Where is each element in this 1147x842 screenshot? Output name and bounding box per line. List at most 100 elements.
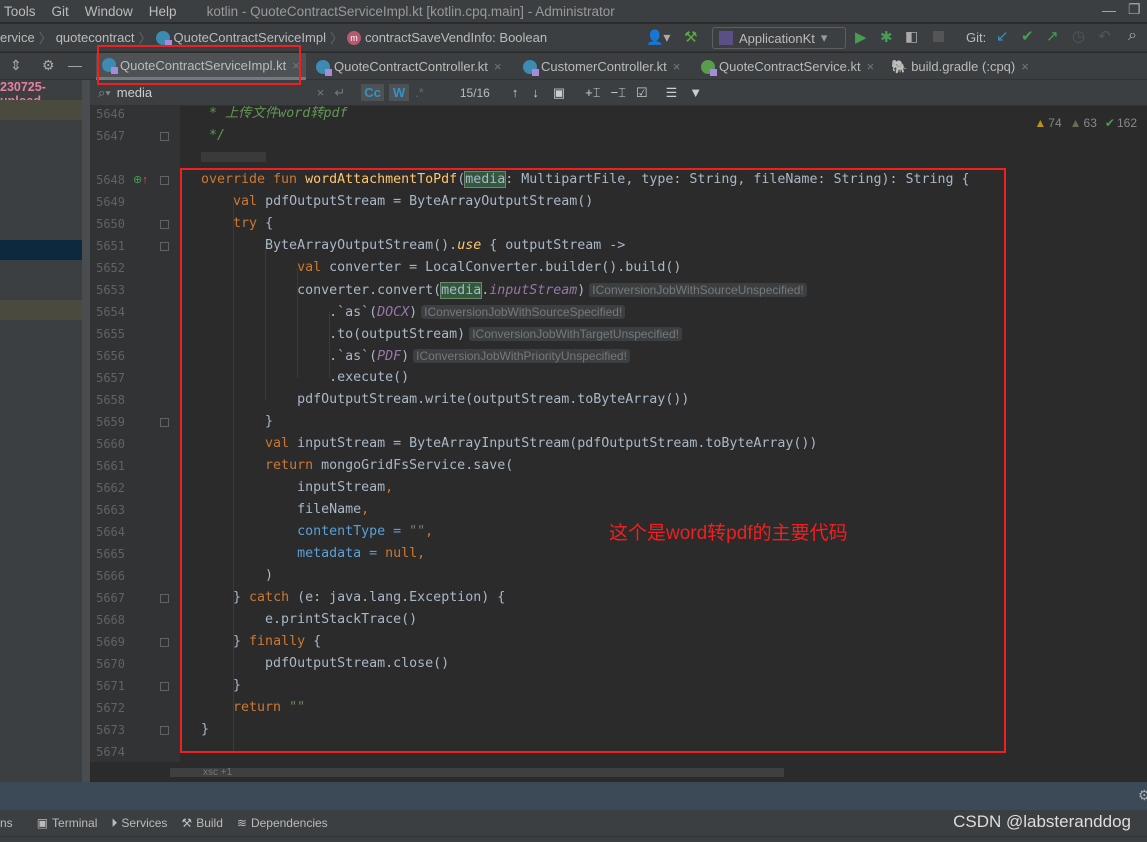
close-icon[interactable]: × (673, 59, 681, 74)
restore-icon[interactable]: ❐ (1128, 1, 1141, 18)
tab-label: QuoteContractService.kt (719, 59, 861, 74)
select-all-icon[interactable]: ▣ (553, 85, 565, 101)
collapse-icon[interactable]: ⇕ (10, 57, 22, 74)
tool-window-dependencies[interactable]: ≋ Dependencies (237, 816, 328, 830)
highlight-box (180, 168, 1006, 753)
breadcrumb-item[interactable]: contractSaveVendInfo: Boolean (365, 30, 547, 45)
fold-icon[interactable] (160, 176, 169, 185)
clear-icon[interactable]: × (317, 85, 325, 100)
weak-warning-icon: ▲ (1069, 116, 1082, 130)
stop-icon[interactable] (933, 31, 944, 42)
breadcrumb-item[interactable]: QuoteContractServiceImpl (174, 30, 326, 45)
next-match-icon[interactable]: ↓ (532, 85, 539, 100)
horizontal-scrollbar[interactable]: xsc +1 (170, 767, 784, 778)
select-occurrences-icon[interactable]: ☑ (636, 85, 648, 101)
tab-quote-contract-service[interactable]: QuoteContractService.kt × (695, 53, 880, 80)
hammer-icon: ⚒ (181, 816, 193, 830)
tree-row-highlight[interactable] (0, 300, 82, 320)
coverage-icon[interactable]: ◧ (905, 28, 918, 45)
line-number: 5665 (96, 547, 125, 561)
history-icon[interactable]: ◷ (1072, 27, 1085, 45)
gradle-icon: 🐘 (891, 58, 908, 74)
menu-git[interactable]: Git (52, 4, 69, 19)
search-icon[interactable]: ⌕ (1128, 27, 1137, 45)
close-icon[interactable]: × (867, 59, 875, 74)
window-title: kotlin - QuoteContractServiceImpl.kt [ko… (206, 3, 615, 19)
fold-icon[interactable] (160, 638, 169, 647)
fold-icon[interactable] (160, 132, 169, 141)
debug-icon[interactable]: ✱ (880, 28, 893, 46)
line-number: 5668 (96, 613, 125, 627)
tab-customer-controller[interactable]: CustomerController.kt × (517, 53, 686, 80)
tree-row-highlight[interactable] (0, 100, 82, 120)
panel-scrollbar[interactable] (82, 80, 90, 782)
build-hammer-icon[interactable]: ⚒ (684, 28, 697, 46)
git-push-icon[interactable]: ↗ (1046, 27, 1059, 45)
inspection-widget[interactable]: ▲ 74 ▲ 63 ✔ 162 (1034, 116, 1137, 130)
menu-bar: Tools Git Window Help kotlin - QuoteCont… (0, 0, 1147, 22)
line-number: 5663 (96, 503, 125, 517)
fold-icon[interactable] (160, 682, 169, 691)
filter-icon[interactable]: ▼ (689, 85, 702, 100)
whole-words-toggle[interactable]: W (388, 84, 410, 101)
tool-window-build[interactable]: ⚒ Build (181, 816, 222, 830)
match-count: 15/16 (459, 85, 490, 100)
gear-icon[interactable]: ⚙ (1138, 787, 1147, 804)
line-number: 5667 (96, 591, 125, 605)
services-icon: ⏵ (111, 815, 118, 830)
close-icon[interactable]: × (494, 59, 502, 74)
line-number: 5671 (96, 679, 125, 693)
tab-build-gradle[interactable]: 🐘 build.gradle (:cpq) × (885, 53, 1035, 80)
match-case-toggle[interactable]: Cc (361, 84, 384, 101)
fold-icon[interactable] (160, 220, 169, 229)
remove-occurrence-icon[interactable]: −⌶ (611, 85, 626, 101)
menu-help[interactable]: Help (149, 4, 177, 19)
breadcrumb-item[interactable]: ervice (0, 30, 35, 45)
menu-tools[interactable]: Tools (4, 4, 36, 19)
git-update-icon[interactable]: ↙ (996, 27, 1009, 45)
gear-icon[interactable]: ⚙ (42, 57, 55, 74)
tab-quote-contract-controller[interactable]: QuoteContractController.kt × (310, 53, 508, 80)
add-occurrence-icon[interactable]: +⌶ (585, 85, 600, 101)
implements-icon[interactable]: ⊕↑ (133, 173, 148, 186)
regex-toggle[interactable]: .* (415, 85, 424, 100)
blame-label: xsc +1 (203, 767, 233, 778)
terminal-icon: ▣ (36, 816, 49, 830)
line-number: 5656 (96, 349, 125, 363)
tool-window-services[interactable]: ⏵ Services (111, 816, 167, 831)
prev-match-icon[interactable]: ↑ (512, 85, 519, 100)
menu-window[interactable]: Window (85, 4, 133, 19)
status-bar (0, 836, 1147, 842)
class-icon (155, 30, 172, 47)
fold-icon[interactable] (160, 726, 169, 735)
ok-count: 162 (1116, 116, 1137, 130)
project-panel: 230725-upload (0, 80, 82, 782)
check-icon: ✔ (1104, 116, 1115, 130)
rollback-icon[interactable]: ↶ (1098, 27, 1111, 45)
user-icon[interactable]: 👤▾ (646, 29, 670, 46)
code-line: */ (209, 125, 225, 147)
tool-window-partial[interactable]: ns (0, 816, 13, 830)
run-icon[interactable]: ▶ (855, 28, 867, 46)
newline-icon[interactable]: ↵ (334, 85, 345, 101)
run-config-label: ApplicationKt (739, 30, 815, 46)
git-commit-icon[interactable]: ✔ (1021, 27, 1034, 45)
filter-lines-icon[interactable]: ☰ (666, 85, 678, 101)
line-number: 5660 (96, 437, 125, 451)
fold-icon[interactable] (160, 242, 169, 251)
breadcrumb-item[interactable]: quotecontract (56, 30, 135, 45)
line-number: 5659 (96, 415, 125, 429)
find-input[interactable]: media (117, 85, 317, 100)
hide-icon[interactable]: — (68, 57, 82, 73)
tab-label: build.gradle (:cpq) (911, 59, 1016, 74)
line-number: 5649 (96, 195, 125, 209)
fold-icon[interactable] (160, 594, 169, 603)
interface-icon (701, 59, 717, 76)
minimize-icon[interactable]: — (1102, 2, 1116, 18)
run-config-select[interactable]: ApplicationKt ▾ (712, 27, 846, 49)
class-icon (523, 59, 539, 76)
fold-icon[interactable] (160, 418, 169, 427)
tree-row-selected[interactable] (0, 240, 82, 260)
tool-window-terminal[interactable]: ▣ Terminal (37, 816, 98, 830)
close-icon[interactable]: × (1021, 59, 1029, 74)
